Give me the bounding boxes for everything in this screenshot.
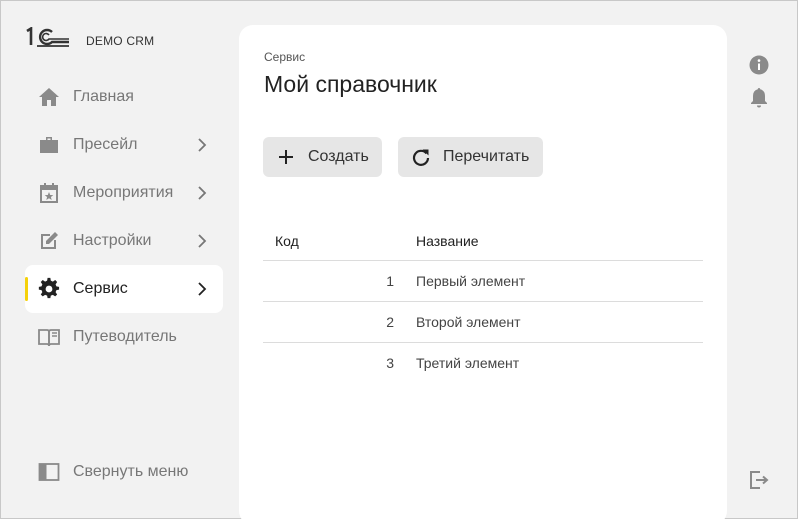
edit-note-icon xyxy=(37,229,61,253)
table-header: Код Название xyxy=(263,221,703,261)
chevron-right-icon xyxy=(191,182,213,204)
sidebar-item-label: Пресейл xyxy=(73,136,138,153)
active-indicator xyxy=(25,277,28,301)
chevron-right-icon xyxy=(191,278,213,300)
reread-button[interactable]: Перечитать xyxy=(398,137,543,177)
sidebar: DEMO CRM Главная Пресейл Мероприятия Нас… xyxy=(1,1,233,519)
sidebar-item-presale[interactable]: Пресейл xyxy=(25,121,223,169)
cell-name: Первый элемент xyxy=(416,273,526,289)
bell-icon[interactable] xyxy=(747,85,771,109)
home-icon xyxy=(37,85,61,109)
table-row[interactable]: 1 Первый элемент xyxy=(263,261,703,302)
sidebar-item-label: Мероприятия xyxy=(73,184,174,201)
collapse-menu-button[interactable]: Свернуть меню xyxy=(25,448,223,496)
sidebar-item-settings[interactable]: Настройки xyxy=(25,217,223,265)
book-icon xyxy=(37,325,61,349)
chevron-right-icon xyxy=(191,134,213,156)
info-icon[interactable] xyxy=(747,53,771,77)
cell-name: Третий элемент xyxy=(416,355,520,371)
catalog-table: Код Название 1 Первый элемент 2 Второй э… xyxy=(263,221,703,384)
cell-name: Второй элемент xyxy=(416,314,521,330)
chevron-right-icon xyxy=(191,230,213,252)
gear-icon xyxy=(37,277,61,301)
sidebar-item-label: Сервис xyxy=(73,280,128,297)
calendar-star-icon xyxy=(37,181,61,205)
logo-1c xyxy=(25,27,71,47)
create-button-label: Создать xyxy=(308,148,369,165)
main-content-card: Сервис Мой справочник Создать Перечитать… xyxy=(239,25,727,519)
sidebar-item-label: Настройки xyxy=(73,232,152,249)
refresh-icon xyxy=(411,147,431,167)
app-name: DEMO CRM xyxy=(86,34,155,48)
sidebar-item-events[interactable]: Мероприятия xyxy=(25,169,223,217)
create-button[interactable]: Создать xyxy=(263,137,382,177)
column-header-name[interactable]: Название xyxy=(416,233,479,249)
breadcrumb[interactable]: Сервис xyxy=(264,50,305,64)
collapse-menu-label: Свернуть меню xyxy=(73,463,189,480)
sidebar-item-label: Путеводитель xyxy=(73,328,177,345)
sidebar-item-home[interactable]: Главная xyxy=(25,73,223,121)
plus-icon xyxy=(276,147,296,167)
page-title: Мой справочник xyxy=(264,71,437,97)
cell-code: 2 xyxy=(386,314,394,330)
logout-icon[interactable] xyxy=(747,468,771,492)
sidebar-item-label: Главная xyxy=(73,88,134,105)
column-header-code[interactable]: Код xyxy=(275,233,299,249)
briefcase-icon xyxy=(37,133,61,157)
sidebar-item-service[interactable]: Сервис xyxy=(25,265,223,313)
app-window: DEMO CRM Главная Пресейл Мероприятия Нас… xyxy=(0,0,798,519)
cell-code: 3 xyxy=(386,355,394,371)
cell-code: 1 xyxy=(386,273,394,289)
table-row[interactable]: 2 Второй элемент xyxy=(263,302,703,343)
sidebar-item-guide[interactable]: Путеводитель xyxy=(25,313,223,361)
reread-button-label: Перечитать xyxy=(443,148,530,165)
table-row[interactable]: 3 Третий элемент xyxy=(263,343,703,384)
sidebar-collapse-icon xyxy=(37,460,61,484)
